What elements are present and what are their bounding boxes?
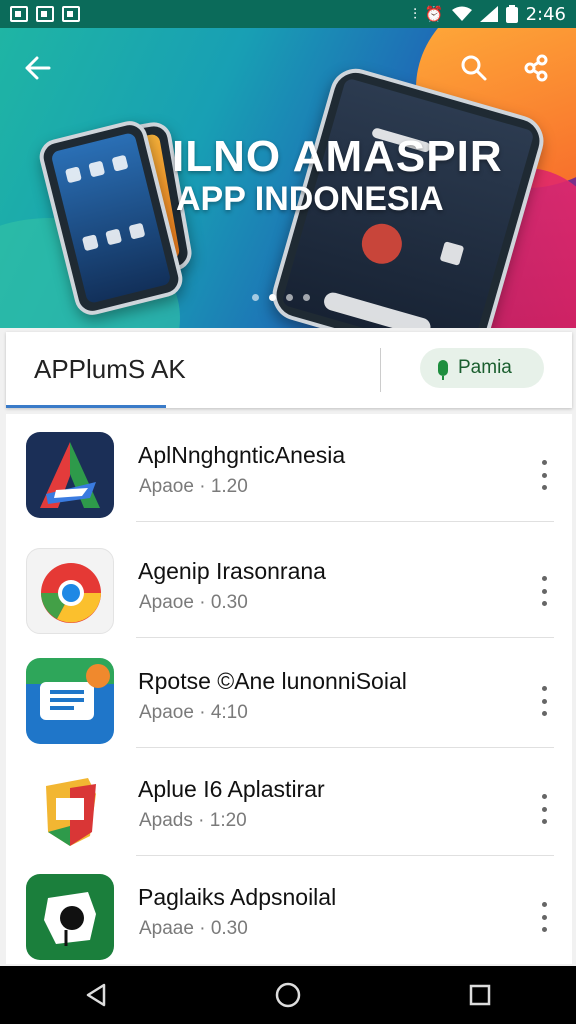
back-button[interactable] [18,48,58,88]
more-options-button[interactable] [536,686,552,716]
divider [380,348,381,392]
search-icon [461,55,487,81]
image-icon [10,6,28,22]
app-meta: Apaoe · 1.20 [139,476,248,497]
list-item[interactable]: Aplue I6 Aplastirar Apads · 1:20 [6,748,572,856]
divider [136,521,554,522]
carousel-dot[interactable] [286,294,293,301]
carousel-indicator[interactable] [252,294,310,301]
nav-home-icon [275,982,301,1008]
mic-icon [438,360,448,380]
app-name: AplNnghgnticAnesia [138,442,346,468]
a-logo-icon [26,432,114,518]
nav-recents-button[interactable] [460,975,500,1015]
carousel-dot[interactable] [303,294,310,301]
tab-active-indicator [6,405,166,408]
alarm-icon: ⏰ [424,5,444,23]
app-name: Agenip Irasonrana [138,558,326,584]
battery-icon [505,5,518,23]
list-item[interactable]: Rpotse ©Ane lunonniSoial Apaoe · 4:10 [6,640,572,748]
arrow-left-icon [25,56,51,80]
messages-icon [26,658,114,744]
signal-icon [479,6,498,22]
status-time: 2:46 [525,3,566,25]
chip-label: Pamia [458,357,512,378]
app-name: Paglaiks Adpsnoilal [138,884,337,910]
map-icon [26,766,114,852]
app-meta: Apaoe · 4:10 [139,702,248,723]
list-item[interactable]: AplNnghgnticAnesia Apaoe · 1.20 [6,414,572,522]
more-options-button[interactable] [536,460,552,490]
nav-recents-icon [469,984,491,1006]
tab-bar: APPlumS AK Pamia [6,332,572,408]
share-icon [524,54,548,82]
wifi-icon [451,6,472,21]
navigation-bar [0,966,576,1024]
app-name: Rpotse ©Ane lunonniSoial [138,668,407,694]
hero-banner[interactable]: ILNO AMASPIR APP INDONESIA [0,28,576,328]
app-list: AplNnghgnticAnesia Apaoe · 1.20 Agenip I… [6,414,572,964]
list-item[interactable]: Agenip Irasonrana Apaoe · 0.30 [6,530,572,638]
app-meta: Apaoe · 0.30 [139,592,248,613]
status-bar: ⫶ ⏰ 2:46 [0,0,576,28]
search-button[interactable] [454,48,494,88]
nav-back-icon [86,983,106,1007]
image-icon [36,6,54,22]
nav-back-button[interactable] [76,975,116,1015]
chrome-icon [26,548,114,634]
list-item[interactable]: Paglaiks Adpsnoilal Apaae · 0.30 [6,856,572,964]
puzzle-icon [26,874,114,960]
app-meta: Apaae · 0.30 [139,918,248,939]
voice-filter-chip[interactable]: Pamia [420,348,544,388]
camera-icon [62,6,80,22]
nav-home-button[interactable] [268,975,308,1015]
divider [136,637,554,638]
app-meta: Apads · 1:20 [139,810,247,831]
more-options-button[interactable] [536,902,552,932]
carousel-dot-active[interactable] [269,294,276,301]
more-options-button[interactable] [536,794,552,824]
carousel-dot[interactable] [252,294,259,301]
share-button[interactable] [516,48,556,88]
more-options-button[interactable] [536,576,552,606]
app-name: Aplue I6 Aplastirar [138,776,325,802]
hero-subtitle: APP INDONESIA [176,180,444,218]
tab-apps[interactable]: APPlumS AK [34,354,186,385]
vibrate-icon: ⫶ [413,5,417,23]
hero-title: ILNO AMASPIR [172,132,503,181]
